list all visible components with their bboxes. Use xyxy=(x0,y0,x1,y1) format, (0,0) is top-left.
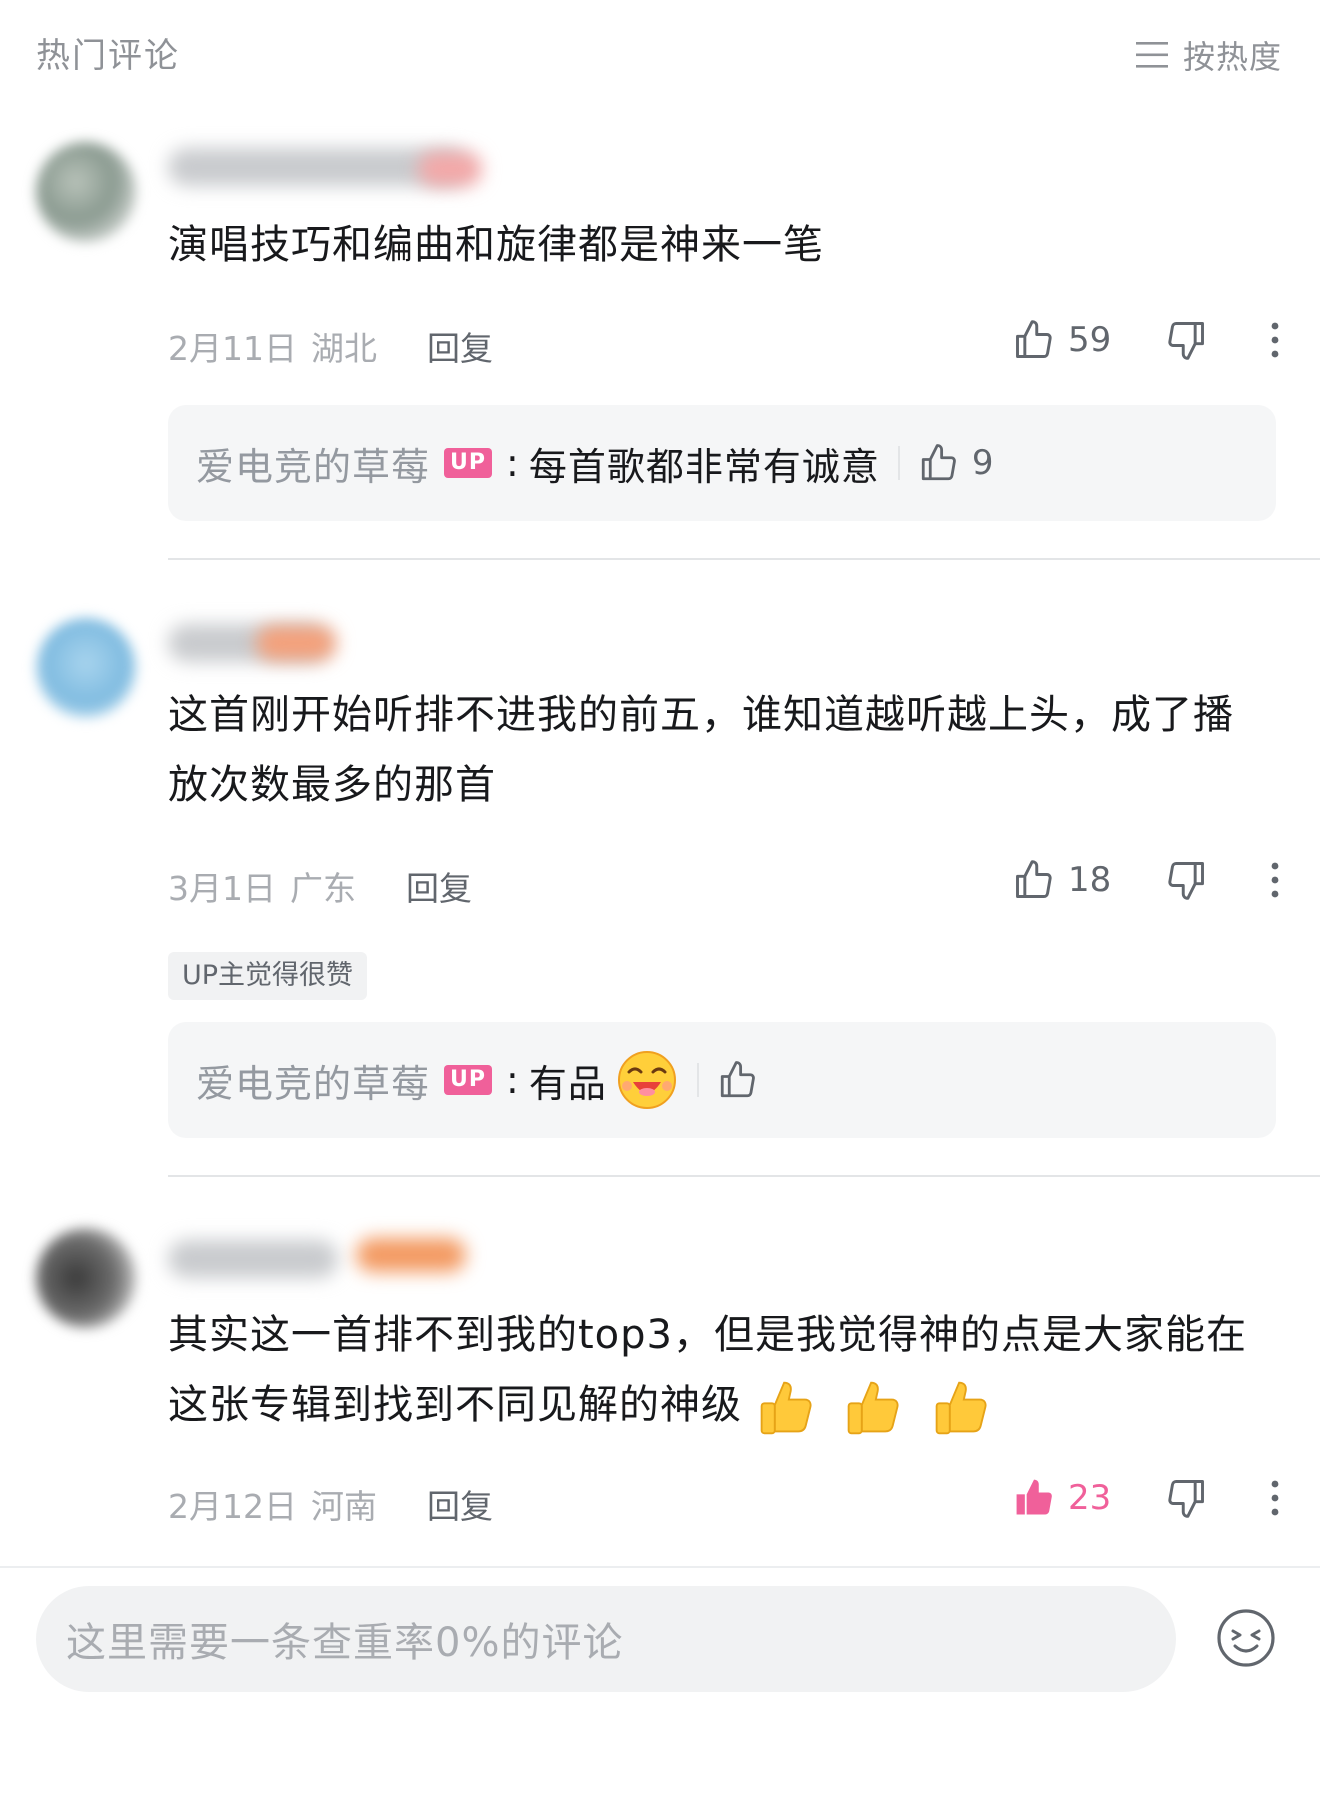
comment-actions: 18 xyxy=(1012,858,1280,902)
comment-location: 湖北 xyxy=(311,329,377,368)
username[interactable] xyxy=(168,1240,338,1278)
thumbs-down-icon[interactable] xyxy=(1164,858,1208,902)
comment-input[interactable]: 这里需要一条查重率0%的评论 xyxy=(36,1586,1176,1692)
more-icon[interactable] xyxy=(1270,862,1280,898)
like-button[interactable]: 59 xyxy=(1012,318,1114,362)
comment-date: 3月1日 xyxy=(168,869,276,908)
user-level-badge xyxy=(356,1238,466,1272)
reply-like-count: 9 xyxy=(971,443,994,483)
like-count: 59 xyxy=(1068,320,1112,360)
comment-date: 2月11日 xyxy=(168,329,297,368)
user-level-badge xyxy=(256,626,336,660)
thumbs-up-icon xyxy=(921,444,956,481)
reply-author[interactable]: 爱电竞的草莓 xyxy=(196,436,430,491)
divider xyxy=(168,558,1320,560)
thumbs-down-icon[interactable] xyxy=(1164,1476,1208,1520)
comment-text: 演唱技巧和编曲和旋律都是神来一笔 xyxy=(168,222,824,268)
like-button[interactable]: 23 xyxy=(1012,1476,1114,1520)
reply-colon: : xyxy=(506,1058,519,1102)
comment-actions: 23 xyxy=(1012,1476,1280,1520)
up-reply-box[interactable]: 爱电竞的草莓 UP : 每首歌都非常有诚意 9 xyxy=(168,405,1276,521)
separator xyxy=(696,1063,699,1097)
comment-meta: 3月1日 广东 回复 xyxy=(168,862,472,910)
comment-text: 其实这一首排不到我的top3，但是我觉得神的点是大家能在这张专辑到找到不同见解的… xyxy=(168,1300,1268,1440)
separator xyxy=(897,446,900,480)
thumbs-down-icon[interactable] xyxy=(1164,318,1208,362)
thumbs-up-emoji-icon xyxy=(935,1381,987,1435)
reply-author[interactable]: 爱电竞的草莓 xyxy=(196,1053,430,1108)
reply-like-button[interactable] xyxy=(717,1059,771,1101)
avatar[interactable] xyxy=(36,618,136,718)
reply-like-button[interactable]: 9 xyxy=(918,442,994,484)
reply-colon: : xyxy=(506,441,519,485)
sort-label: 按热度 xyxy=(1182,38,1282,76)
comment-text-body: 其实这一首排不到我的top3，但是我觉得神的点是大家能在这张专辑到找到不同见解的… xyxy=(168,1312,1247,1428)
comment-text: 这首刚开始听排不进我的前五，谁知道越听越上头，成了播放次数最多的那首 xyxy=(168,692,1234,808)
comments-header: 热门评论 按热度 xyxy=(0,0,1320,100)
comment-meta: 2月11日 湖北 回复 xyxy=(168,322,493,370)
comment-location: 广东 xyxy=(290,869,356,908)
thumbs-up-icon xyxy=(720,1061,755,1098)
like-count: 23 xyxy=(1068,1478,1112,1518)
reply-text: 每首歌都非常有诚意 xyxy=(528,444,880,489)
sort-button[interactable]: 按热度 xyxy=(1135,32,1282,78)
emoji-picker-icon[interactable] xyxy=(1214,1606,1278,1670)
hot-comments-title: 热门评论 xyxy=(36,36,180,76)
reply-button[interactable]: 回复 xyxy=(406,862,472,910)
comment-actions: 59 xyxy=(1012,318,1280,362)
thumbs-up-emoji-icon xyxy=(848,1381,899,1435)
thumbs-up-icon xyxy=(1016,320,1052,358)
thumbs-up-filled-icon xyxy=(1016,1479,1052,1515)
up-badge: UP xyxy=(444,448,493,478)
avatar[interactable] xyxy=(36,1228,136,1328)
like-button[interactable]: 18 xyxy=(1012,858,1114,902)
thumbs-up-emoji-icon xyxy=(760,1381,812,1435)
reply-button[interactable]: 回复 xyxy=(427,1480,493,1528)
comment-date: 2月12日 xyxy=(168,1487,297,1526)
more-icon[interactable] xyxy=(1270,1480,1280,1516)
thumbs-up-icon xyxy=(1016,860,1052,898)
up-badge: UP xyxy=(444,1065,493,1095)
avatar[interactable] xyxy=(36,142,136,242)
composer-divider xyxy=(0,1566,1320,1568)
comment-input-placeholder: 这里需要一条查重率0%的评论 xyxy=(66,1620,624,1666)
reply-text: 有品 xyxy=(528,1061,607,1106)
comment-meta: 2月12日 河南 回复 xyxy=(168,1480,493,1528)
comment-location: 河南 xyxy=(311,1487,377,1526)
user-level-badge xyxy=(418,152,482,186)
up-reply-box[interactable]: 爱电竞的草莓 UP : 有品 xyxy=(168,1022,1276,1138)
divider xyxy=(168,1175,1320,1177)
up-liked-badge: UP主觉得很赞 xyxy=(168,952,368,1000)
laughing-emoji-icon xyxy=(617,1051,676,1109)
like-count: 18 xyxy=(1068,860,1112,900)
more-icon[interactable] xyxy=(1270,322,1280,358)
list-icon xyxy=(1135,42,1168,68)
reply-button[interactable]: 回复 xyxy=(427,322,493,370)
